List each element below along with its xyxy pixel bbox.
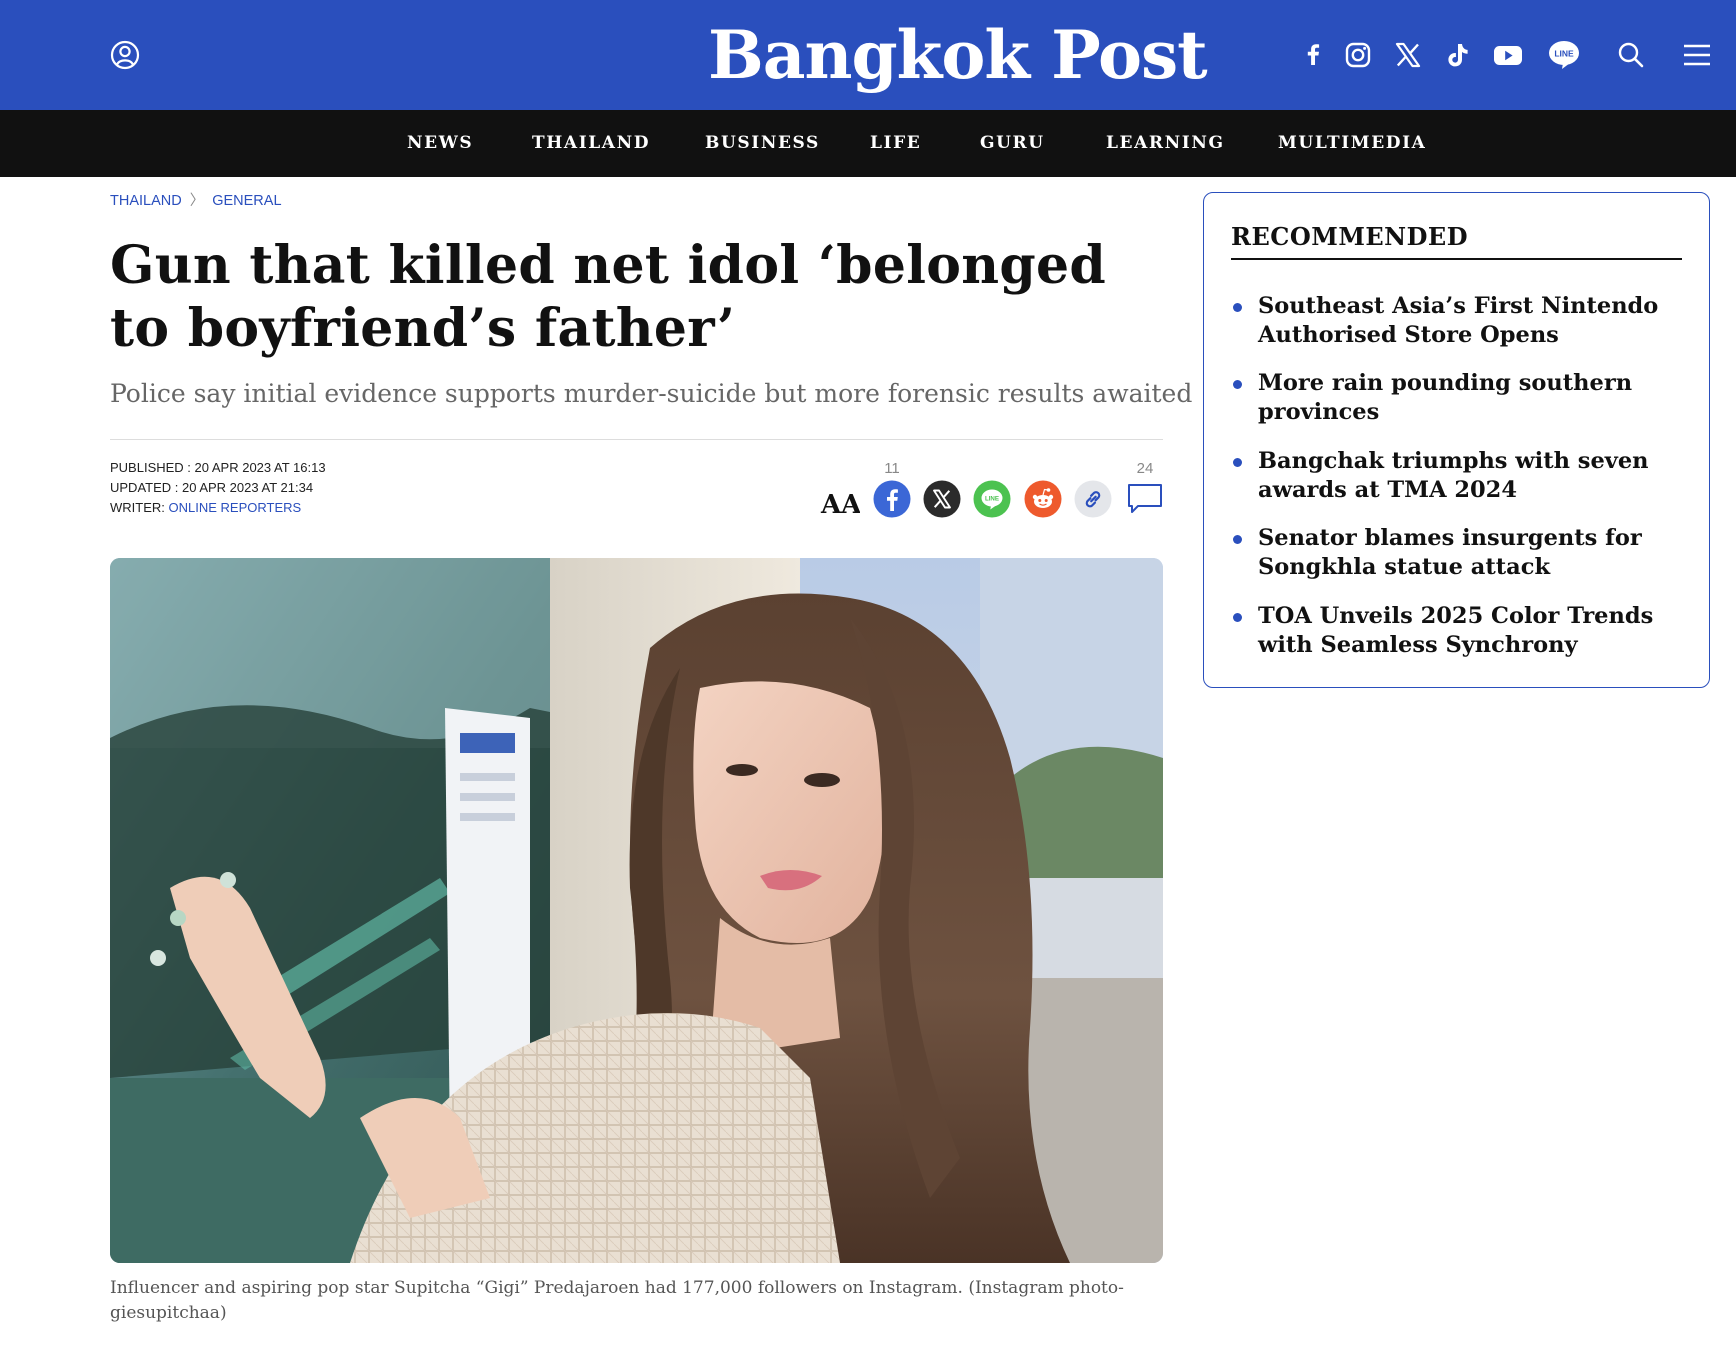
youtube-icon[interactable] bbox=[1491, 38, 1525, 72]
bullet-icon bbox=[1233, 380, 1242, 389]
nav-item-thailand[interactable]: THAILAND bbox=[532, 110, 650, 177]
bullet-icon bbox=[1233, 303, 1242, 312]
recommended-box: RECOMMENDED Southeast Asia’s First Ninte… bbox=[1203, 192, 1710, 688]
writer-label: WRITER: bbox=[110, 500, 169, 515]
breadcrumb-separator: 〉 bbox=[189, 193, 205, 209]
recommended-link[interactable]: Bangchak triumphs with seven awards at T… bbox=[1258, 447, 1693, 505]
recommended-rule bbox=[1231, 258, 1682, 260]
nav-item-guru[interactable]: GURU bbox=[980, 110, 1045, 177]
updated-date: UPDATED : 20 APR 2023 AT 21:34 bbox=[110, 480, 314, 495]
breadcrumb-subsection[interactable]: GENERAL bbox=[212, 193, 281, 209]
writer-line: WRITER: ONLINE REPORTERS bbox=[110, 498, 326, 518]
svg-text:LINE: LINE bbox=[985, 496, 999, 503]
site-header: Bangkok Post LINE bbox=[0, 0, 1736, 110]
comment-count: 24 bbox=[1136, 460, 1154, 477]
tiktok-icon[interactable] bbox=[1442, 38, 1472, 72]
copy-link-icon[interactable] bbox=[1074, 480, 1112, 518]
recommended-title: RECOMMENDED bbox=[1231, 222, 1469, 251]
bullet-icon bbox=[1233, 613, 1242, 622]
recommended-link[interactable]: Senator blames insurgents for Songkhla s… bbox=[1258, 524, 1693, 582]
photo-caption: Influencer and aspiring pop star Supitch… bbox=[110, 1278, 1124, 1323]
main-nav: NEWS THAILAND BUSINESS LIFE GURU LEARNIN… bbox=[0, 110, 1736, 177]
article-meta: PUBLISHED : 20 APR 2023 AT 16:13 UPDATED… bbox=[110, 458, 326, 518]
font-size-icon[interactable]: AA bbox=[820, 480, 862, 520]
nav-item-news[interactable]: NEWS bbox=[407, 110, 473, 177]
recommended-link[interactable]: TOA Unveils 2025 Color Trends with Seaml… bbox=[1258, 602, 1693, 660]
svg-text:LINE: LINE bbox=[1554, 49, 1574, 59]
recommended-link[interactable]: More rain pounding southern provinces bbox=[1258, 369, 1693, 427]
line-share-icon[interactable]: LINE bbox=[973, 480, 1011, 518]
site-logo[interactable]: Bangkok Post bbox=[708, 14, 1208, 96]
svg-text:AA: AA bbox=[820, 490, 860, 518]
search-icon[interactable] bbox=[1614, 38, 1648, 72]
recommended-item[interactable]: More rain pounding southern provinces bbox=[1231, 369, 1691, 427]
instagram-icon[interactable] bbox=[1341, 38, 1375, 72]
nav-item-learning[interactable]: LEARNING bbox=[1106, 110, 1225, 177]
nav-item-life[interactable]: LIFE bbox=[870, 110, 921, 177]
facebook-share-icon[interactable] bbox=[873, 480, 911, 518]
recommended-link[interactable]: Southeast Asia’s First Nintendo Authoris… bbox=[1258, 292, 1693, 350]
published-date: PUBLISHED : 20 APR 2023 AT 16:13 bbox=[110, 460, 326, 475]
recommended-item[interactable]: Bangchak triumphs with seven awards at T… bbox=[1231, 447, 1691, 505]
user-icon[interactable] bbox=[108, 38, 142, 72]
article-headline: Gun that killed net idol ‘belonged to bo… bbox=[110, 235, 1107, 359]
facebook-icon[interactable] bbox=[1302, 38, 1324, 72]
recommended-item[interactable]: Southeast Asia’s First Nintendo Authoris… bbox=[1231, 292, 1691, 350]
x-share-icon[interactable] bbox=[923, 480, 961, 518]
bullet-icon bbox=[1233, 458, 1242, 467]
nav-item-multimedia[interactable]: MULTIMEDIA bbox=[1278, 110, 1426, 177]
divider bbox=[110, 439, 1163, 440]
line-icon[interactable]: LINE bbox=[1545, 38, 1583, 72]
facebook-share-count: 11 bbox=[884, 460, 900, 477]
writer-link[interactable]: ONLINE REPORTERS bbox=[169, 500, 302, 515]
nav-item-business[interactable]: BUSINESS bbox=[705, 110, 820, 177]
reddit-share-icon[interactable] bbox=[1024, 480, 1062, 518]
article-subhead: Police say initial evidence supports mur… bbox=[110, 379, 1193, 408]
comment-icon[interactable] bbox=[1126, 480, 1164, 518]
recommended-item[interactable]: Senator blames insurgents for Songkhla s… bbox=[1231, 524, 1691, 582]
breadcrumb: THAILAND 〉 GENERAL bbox=[110, 189, 282, 210]
article-photo bbox=[110, 558, 1163, 1263]
menu-icon[interactable] bbox=[1680, 38, 1714, 72]
x-icon[interactable] bbox=[1391, 38, 1425, 72]
bullet-icon bbox=[1233, 535, 1242, 544]
breadcrumb-section[interactable]: THAILAND bbox=[110, 193, 182, 209]
recommended-item[interactable]: TOA Unveils 2025 Color Trends with Seaml… bbox=[1231, 602, 1691, 660]
